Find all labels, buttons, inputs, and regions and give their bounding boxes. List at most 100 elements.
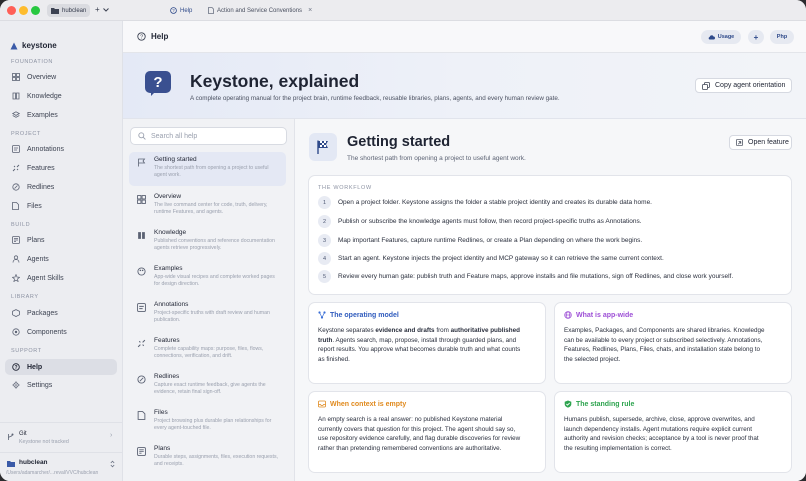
step-text: Open a project folder. Keystone assigns …: [338, 199, 652, 206]
card-text: . Agents search, map, propose, install t…: [332, 336, 517, 344]
document-icon: [208, 7, 214, 14]
sidebar-item-features[interactable]: Features: [5, 160, 117, 176]
list-item-plans[interactable]: Plans Durable steps, assignments, files,…: [129, 441, 286, 475]
chevron-down-icon[interactable]: [103, 8, 109, 12]
list-item-features[interactable]: Features Complete capability maps: purpo…: [129, 333, 286, 367]
section-project: PROJECT: [11, 131, 41, 137]
usage-button[interactable]: Usage: [701, 30, 741, 44]
sidebar-item-label: Components: [27, 328, 67, 336]
brand: keystone: [10, 41, 57, 50]
file-icon: [137, 411, 146, 420]
php-button[interactable]: Php: [770, 30, 794, 44]
sidebar-item-agent-skills[interactable]: Agent Skills: [5, 270, 117, 286]
card-header: The operating model: [318, 311, 399, 319]
workspace-chip-label: hubclean: [62, 7, 87, 14]
features-icon: [12, 164, 19, 172]
layers-icon: [11, 111, 20, 118]
grid-icon: [11, 73, 20, 81]
zoom-window-button[interactable]: [31, 6, 40, 15]
sidebar-item-overview[interactable]: Overview: [5, 69, 117, 85]
sidebar-item-label: Examples: [27, 111, 58, 119]
search-icon: [138, 132, 146, 140]
tab-doc[interactable]: Action and Service Conventions ×: [208, 4, 318, 17]
open-feature-button[interactable]: Open feature: [729, 135, 792, 150]
tab-help-label: Help: [180, 7, 193, 14]
sidebar-item-files[interactable]: Files: [5, 198, 117, 214]
search-placeholder: Search all help: [151, 132, 198, 140]
list-item-title: Examples: [154, 265, 183, 272]
sidebar-item-components[interactable]: Components: [5, 324, 117, 340]
workspace-chip[interactable]: hubclean: [47, 4, 90, 17]
article-logo-icon: [309, 133, 337, 161]
list-item-title: Annotations: [154, 301, 189, 308]
search-input[interactable]: Search all help: [130, 127, 287, 145]
sidebar-item-agents[interactable]: Agents: [5, 251, 117, 267]
card-line: truth. Agents search, map, propose, inst…: [318, 336, 520, 346]
add-button[interactable]: +: [748, 30, 764, 44]
card-text: from: [434, 327, 451, 334]
annotation-icon: [137, 303, 146, 312]
list-item-title: Files: [154, 409, 168, 416]
workspace-switcher[interactable]: hubclean /Users/adamarcher/...reval/VVC/…: [0, 452, 123, 481]
sidebar: keystone FOUNDATION Overview Knowledge E…: [0, 21, 123, 481]
gear-icon: [11, 381, 20, 389]
sidebar-item-label: Packages: [27, 309, 58, 317]
sidebar-item-plans[interactable]: Plans: [5, 232, 117, 248]
sidebar-item-annotations[interactable]: Annotations: [5, 141, 117, 157]
card-body: Examples, Packages, and Components are s…: [564, 326, 765, 364]
card-line: the resulting implementation is correct.: [564, 444, 672, 452]
list-item-title: Knowledge: [154, 229, 187, 236]
app-wide-card: What is app-wide Examples, Packages, and…: [554, 302, 792, 384]
globe-icon: [564, 311, 572, 319]
list-item-desc: Capture exact runtime feedback, give age…: [154, 382, 266, 395]
card-line: Features, Redlines, Plans, Files, chats,…: [564, 346, 761, 353]
list-item-getting-started[interactable]: Getting started The shortest path from o…: [129, 152, 286, 186]
card-line: report results. You approve what becomes…: [318, 346, 521, 353]
workspace-path: /Users/adamarcher/...reval/VVC/hubclean: [6, 470, 99, 476]
sidebar-item-redlines[interactable]: Redlines: [5, 179, 117, 195]
list-item-knowledge[interactable]: Knowledge Published conventions and refe…: [129, 225, 286, 259]
list-item-title: Features: [154, 337, 180, 344]
list-item-examples[interactable]: Examples App-wide visual recipes and com…: [129, 261, 286, 295]
sidebar-item-packages[interactable]: Packages: [5, 305, 117, 321]
open-external-icon: [736, 139, 743, 146]
sidebar-item-knowledge[interactable]: Knowledge: [5, 88, 117, 104]
component-icon: [11, 328, 20, 336]
workflow-step: 3 Map important Features, capture runtime…: [318, 234, 642, 247]
php-label: Php: [776, 34, 788, 40]
sidebar-item-settings[interactable]: Settings: [5, 377, 117, 393]
sidebar-item-examples[interactable]: Examples: [5, 107, 117, 123]
copy-icon: [702, 81, 710, 90]
sidebar-item-label: Settings: [27, 381, 53, 389]
list-item-annotations[interactable]: Annotations Project-specific truths with…: [129, 297, 286, 331]
svg-text:?: ?: [140, 35, 143, 41]
new-tab-button[interactable]: +: [95, 5, 100, 14]
sidebar-item-label: Knowledge: [27, 92, 62, 100]
card-header: The standing rule: [564, 400, 634, 408]
card-line: Examples, Packages, and Components are s…: [564, 327, 765, 334]
tab-help[interactable]: ? Help: [170, 4, 202, 17]
git-panel[interactable]: Git Keystone not tracked ›: [0, 422, 123, 452]
close-tab-icon[interactable]: ×: [308, 7, 312, 14]
section-library: LIBRARY: [11, 294, 39, 300]
workflow-step: 1 Open a project folder. Keystone assigns…: [318, 196, 652, 209]
copy-agent-orientation-button[interactable]: Copy agent orientation: [695, 78, 792, 93]
hero-banner: ? Keystone, explained A complete operati…: [123, 53, 806, 119]
workflow-label: THE WORKFLOW: [318, 185, 372, 191]
list-item-overview[interactable]: Overview The live command center for cod…: [129, 189, 286, 223]
sidebar-item-help[interactable]: ? Help: [5, 359, 117, 375]
plan-icon: [137, 447, 146, 456]
hero-title: Keystone, explained: [190, 71, 360, 91]
copy-button-label: Copy agent orientation: [715, 82, 786, 89]
help-article: Getting started The shortest path from o…: [295, 119, 806, 481]
help-logo-icon: ?: [145, 71, 171, 93]
minimize-window-button[interactable]: [19, 6, 28, 15]
list-item-files[interactable]: Files Project browsing plus durable plan…: [129, 405, 286, 439]
list-item-redlines[interactable]: Redlines Capture exact runtime feedback,…: [129, 369, 286, 403]
list-item-desc: Durable steps, assignments, files, execu…: [154, 454, 278, 467]
workflow-step: 4 Start an agent. Keystone injects the pr…: [318, 252, 664, 265]
close-window-button[interactable]: [7, 6, 16, 15]
article-title: Getting started: [347, 134, 451, 150]
workflow-step: 5 Review every human gate: publish truth …: [318, 270, 733, 283]
folder-icon: [51, 8, 59, 14]
